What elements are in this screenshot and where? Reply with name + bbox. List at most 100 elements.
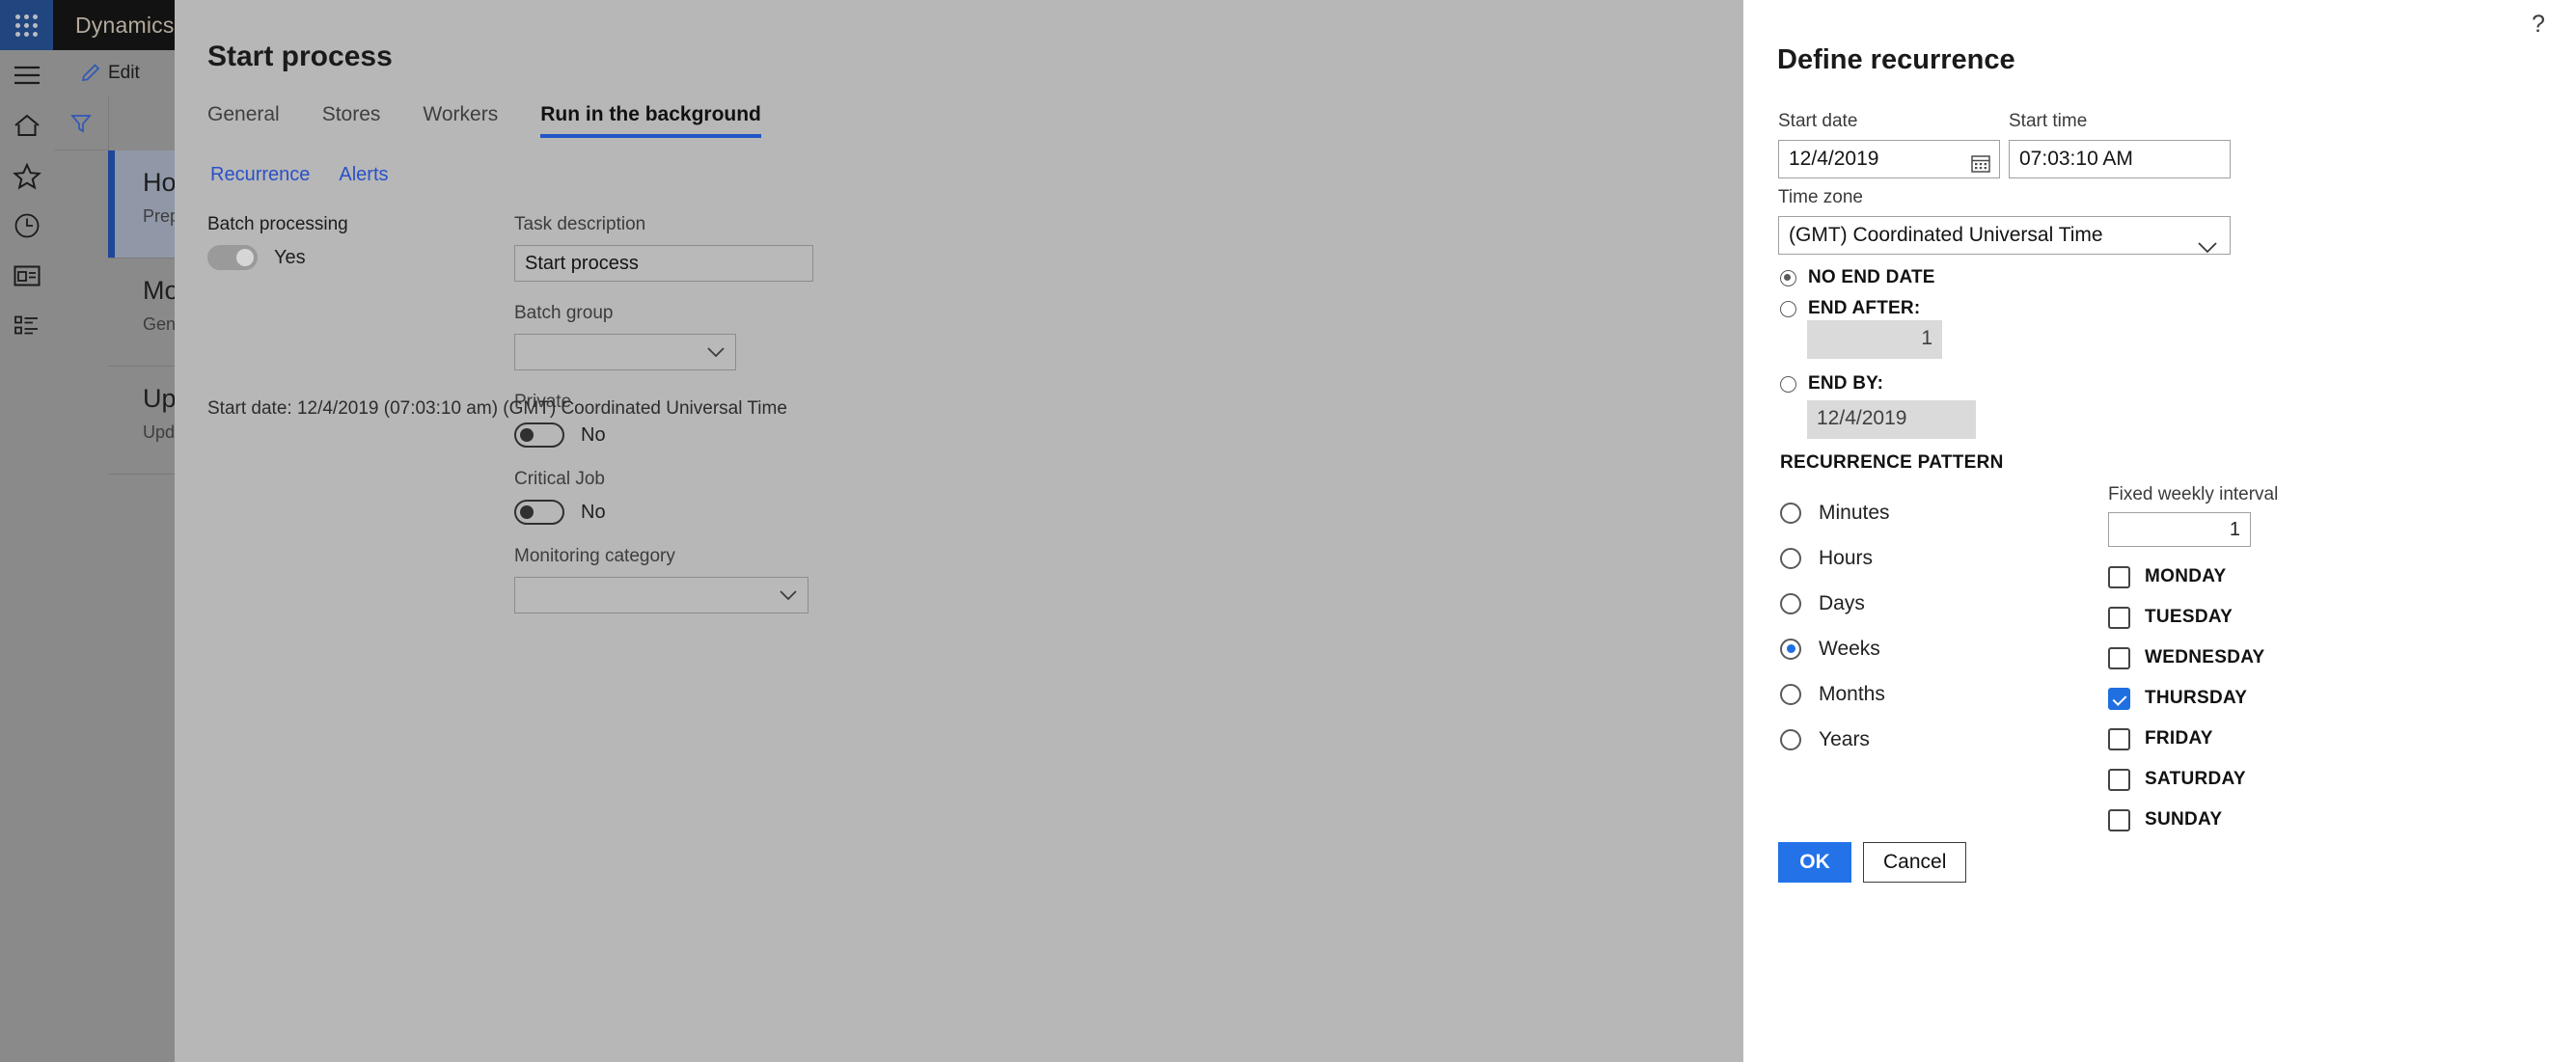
tuesday-label: TUESDAY xyxy=(2145,607,2233,627)
subtab-recurrence[interactable]: Recurrence xyxy=(210,164,310,186)
day-row-friday[interactable]: FRIDAY xyxy=(2108,719,2278,759)
days-label: Days xyxy=(1819,591,1865,614)
minutes-radio[interactable] xyxy=(1780,502,1801,524)
weeks-radio[interactable] xyxy=(1780,638,1801,660)
hours-radio[interactable] xyxy=(1780,547,1801,569)
no-end-date-radio[interactable] xyxy=(1780,269,1796,286)
list-icon[interactable] xyxy=(0,301,53,351)
wednesday-checkbox[interactable] xyxy=(2108,646,2130,669)
star-icon[interactable] xyxy=(0,150,53,201)
end-by-label: END BY: xyxy=(1808,373,1884,394)
start-date-label: Start date xyxy=(1778,111,1858,131)
tuesday-checkbox[interactable] xyxy=(2108,606,2130,629)
tab-general[interactable]: General xyxy=(207,103,297,138)
calendar-icon[interactable] xyxy=(1970,150,1991,186)
wednesday-label: WEDNESDAY xyxy=(2145,647,2265,667)
end-by-date-input[interactable]: 12/4/2019 xyxy=(1807,400,1976,439)
monitoring-category-select[interactable] xyxy=(514,577,808,613)
subtab-alerts[interactable]: Alerts xyxy=(339,164,388,186)
start-process-dialog: Start process General Stores Workers Run… xyxy=(175,0,1743,1062)
pattern-option-days[interactable]: Days xyxy=(1780,581,1890,626)
end-after-count-input[interactable]: 1 xyxy=(1807,320,1942,359)
day-row-thursday[interactable]: THURSDAY xyxy=(2108,678,2278,719)
app-launcher-icon[interactable] xyxy=(0,0,53,50)
help-question-icon[interactable]: ? xyxy=(2522,8,2555,41)
critical-job-toggle[interactable] xyxy=(514,500,564,525)
batch-group-label: Batch group xyxy=(514,303,614,323)
days-radio[interactable] xyxy=(1780,592,1801,614)
private-value: No xyxy=(581,423,606,446)
batch-group-field: Batch group xyxy=(514,303,900,370)
edit-button[interactable]: Edit xyxy=(68,50,151,95)
funnel-icon[interactable] xyxy=(54,96,109,150)
day-row-tuesday[interactable]: TUESDAY xyxy=(2108,597,2278,638)
critical-job-value: No xyxy=(581,501,606,523)
batch-processing-label: Batch processing xyxy=(207,214,348,234)
batch-processing-field: Batch processing Yes xyxy=(207,214,497,270)
day-row-wednesday[interactable]: WEDNESDAY xyxy=(2108,638,2278,678)
end-by-radio[interactable] xyxy=(1780,375,1796,393)
sunday-label: SUNDAY xyxy=(2145,809,2223,830)
tab-bar: General Stores Workers Run in the backgr… xyxy=(207,103,804,138)
page-title: Start process xyxy=(207,41,393,72)
left-icon-rail xyxy=(0,50,53,1062)
pattern-option-minutes[interactable]: Minutes xyxy=(1780,490,1890,535)
fixed-weekly-interval-input[interactable]: 1 xyxy=(2108,512,2251,547)
start-date-note: Start date: 12/4/2019 (07:03:10 am) (GMT… xyxy=(207,398,787,419)
ok-button[interactable]: OK xyxy=(1778,842,1851,883)
time-zone-select[interactable]: (GMT) Coordinated Universal Time xyxy=(1778,216,2231,255)
chevron-down-icon xyxy=(706,346,726,364)
day-row-sunday[interactable]: SUNDAY xyxy=(2108,800,2278,840)
day-row-saturday[interactable]: SATURDAY xyxy=(2108,759,2278,800)
months-label: Months xyxy=(1819,682,1885,705)
pattern-option-weeks[interactable]: Weeks xyxy=(1780,626,1890,671)
monitoring-category-field: Monitoring category xyxy=(514,546,900,613)
sunday-checkbox[interactable] xyxy=(2108,808,2130,831)
no-end-date-option[interactable]: NO END DATE xyxy=(1780,262,1935,293)
minutes-label: Minutes xyxy=(1819,501,1890,524)
private-toggle[interactable] xyxy=(514,422,564,448)
recurrence-pattern-group: Minutes Hours Days Weeks Months Years xyxy=(1780,490,1890,762)
start-date-value: 12/4/2019 xyxy=(1789,148,1879,170)
start-time-input[interactable]: 07:03:10 AM xyxy=(2009,140,2231,178)
day-row-monday[interactable]: MONDAY xyxy=(2108,557,2278,597)
hours-label: Hours xyxy=(1819,546,1874,569)
saturday-checkbox[interactable] xyxy=(2108,768,2130,791)
months-radio[interactable] xyxy=(1780,683,1801,705)
pattern-option-years[interactable]: Years xyxy=(1780,717,1890,762)
thursday-label: THURSDAY xyxy=(2145,688,2248,708)
pencil-icon xyxy=(81,63,100,81)
end-by-option[interactable]: END BY: xyxy=(1780,368,1935,399)
hamburger-menu-icon[interactable] xyxy=(0,50,53,100)
friday-checkbox[interactable] xyxy=(2108,727,2130,750)
monday-checkbox[interactable] xyxy=(2108,565,2130,588)
no-end-date-label: NO END DATE xyxy=(1808,267,1935,287)
pattern-option-hours[interactable]: Hours xyxy=(1780,535,1890,581)
panel-time-zone-field: Time zone (GMT) Coordinated Universal Ti… xyxy=(1778,187,2231,255)
chevron-down-icon xyxy=(2197,231,2218,267)
tab-stores[interactable]: Stores xyxy=(322,103,398,138)
tab-workers[interactable]: Workers xyxy=(423,103,515,138)
start-time-label: Start time xyxy=(2009,111,2088,131)
clock-icon[interactable] xyxy=(0,201,53,251)
cancel-button[interactable]: Cancel xyxy=(1863,842,1967,883)
home-icon[interactable] xyxy=(0,100,53,150)
task-description-input[interactable]: Start process xyxy=(514,245,813,282)
form-column-left: Batch processing Yes xyxy=(207,214,497,291)
time-zone-value: (GMT) Coordinated Universal Time xyxy=(1789,224,2103,246)
screen-root: Dynamics Edit Ho Prep Mo Gene Upd Upda S… xyxy=(0,0,2576,1062)
sub-tab-bar: Recurrence Alerts xyxy=(210,164,389,186)
secondary-rail xyxy=(54,150,108,1062)
panel-title: Define recurrence xyxy=(1777,44,2015,75)
tab-run-in-the-background[interactable]: Run in the background xyxy=(540,103,779,138)
thursday-checkbox[interactable] xyxy=(2108,687,2130,710)
brand-title: Dynamics xyxy=(75,13,175,38)
workspace-icon[interactable] xyxy=(0,251,53,301)
weekly-settings: Fixed weekly interval 1 MONDAY TUESDAY W… xyxy=(2108,484,2278,840)
pattern-option-months[interactable]: Months xyxy=(1780,671,1890,717)
end-after-radio[interactable] xyxy=(1780,300,1796,317)
years-radio[interactable] xyxy=(1780,728,1801,750)
batch-processing-toggle[interactable] xyxy=(207,245,258,270)
start-date-input[interactable]: 12/4/2019 xyxy=(1778,140,2000,178)
batch-group-select[interactable] xyxy=(514,334,736,370)
